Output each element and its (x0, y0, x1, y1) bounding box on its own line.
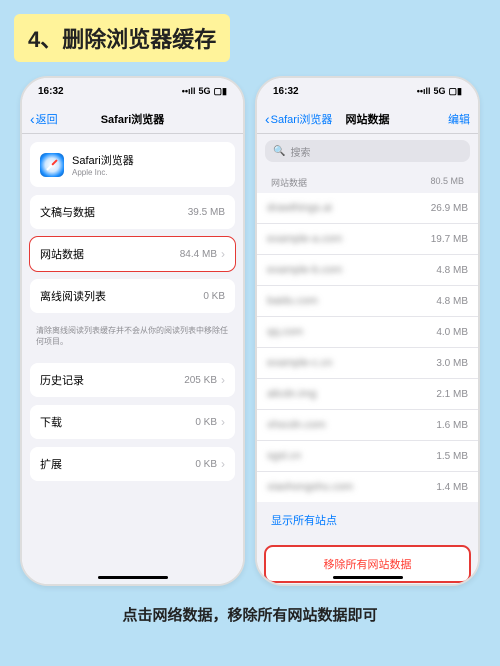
caption: 点击网络数据，移除所有网站数据即可 (14, 604, 486, 625)
home-indicator[interactable] (333, 576, 403, 579)
network-icon: 5G (434, 86, 446, 96)
safari-icon (40, 153, 64, 177)
battery-icon: ▢▮ (449, 86, 462, 97)
row-website-data[interactable]: 网站数据 84.4 MB › (30, 237, 235, 271)
nav-bar: ‹ 返回 Safari浏览器 (22, 104, 243, 134)
site-host: xiaohongshu.com (267, 481, 436, 493)
offline-note: 清除离线阅读列表缓存并不会从你的阅读列表中移除任何项目。 (22, 321, 243, 355)
row-label: 下载 (40, 414, 195, 430)
app-vendor: Apple Inc. (72, 168, 134, 177)
status-time: 16:32 (273, 86, 299, 97)
row-value: 0 KB (203, 291, 225, 302)
site-host: sgsl.cn (267, 450, 436, 462)
site-host: qq.com (267, 326, 436, 338)
site-size: 4.0 MB (436, 327, 468, 338)
row-value: 0 KB (195, 459, 217, 470)
site-size: 2.1 MB (436, 389, 468, 400)
row-label: 扩展 (40, 456, 195, 472)
site-host: example-b.com (267, 264, 436, 276)
search-input[interactable]: 🔍 搜索 (265, 140, 470, 162)
network-icon: 5G (199, 86, 211, 96)
nav-bar: ‹ Safari浏览器 网站数据 编辑 (257, 104, 478, 134)
site-host: example-c.cn (267, 357, 436, 369)
site-host: alicdn.img (267, 388, 436, 400)
show-all-sites-link[interactable]: 显示所有站点 (257, 502, 478, 538)
battery-icon: ▢▮ (214, 86, 227, 97)
site-row[interactable]: drawthings.ai26.9 MB (257, 193, 478, 224)
section-header: 网站数据 80.5 MB (257, 168, 478, 193)
site-row[interactable]: example-c.cn3.0 MB (257, 348, 478, 379)
sites-list: drawthings.ai26.9 MBexample-a.com19.7 MB… (257, 193, 478, 502)
status-time: 16:32 (38, 86, 64, 97)
site-size: 19.7 MB (431, 234, 468, 245)
row-downloads[interactable]: 下载 0 KB › (30, 405, 235, 439)
site-size: 1.5 MB (436, 451, 468, 462)
status-bar: 16:32 ••ıll 5G ▢▮ (257, 78, 478, 104)
row-label: 历史记录 (40, 372, 184, 388)
site-host: baidu.com (267, 295, 436, 307)
chevron-left-icon: ‹ (30, 112, 35, 126)
signal-icon: ••ıll (417, 86, 431, 96)
chevron-right-icon: › (221, 415, 225, 429)
site-size: 26.9 MB (431, 203, 468, 214)
row-value: 205 KB (184, 375, 217, 386)
chevron-right-icon: › (221, 373, 225, 387)
section-label: 网站数据 (271, 176, 307, 189)
chevron-right-icon: › (221, 457, 225, 471)
row-label: 离线阅读列表 (40, 288, 203, 304)
step-banner: 4、删除浏览器缓存 (14, 14, 230, 62)
site-row[interactable]: xiaohongshu.com1.4 MB (257, 472, 478, 502)
chevron-right-icon: › (221, 247, 225, 261)
row-extensions[interactable]: 扩展 0 KB › (30, 447, 235, 481)
site-row[interactable]: baidu.com4.8 MB (257, 286, 478, 317)
app-name: Safari浏览器 (72, 152, 134, 168)
back-button[interactable]: ‹ 返回 (30, 111, 58, 127)
site-host: drawthings.ai (267, 202, 431, 214)
site-host: example-a.com (267, 233, 431, 245)
row-value: 39.5 MB (188, 207, 225, 218)
signal-icon: ••ıll (182, 86, 196, 96)
edit-button[interactable]: 编辑 (448, 111, 470, 127)
row-label: 网站数据 (40, 246, 180, 262)
row-docs-data[interactable]: 文稿与数据 39.5 MB (30, 195, 235, 229)
status-bar: 16:32 ••ıll 5G ▢▮ (22, 78, 243, 104)
site-size: 1.6 MB (436, 420, 468, 431)
back-label: 返回 (36, 111, 58, 127)
app-info-row: Safari浏览器 Apple Inc. (30, 142, 235, 187)
site-row[interactable]: xhscdn.com1.6 MB (257, 410, 478, 441)
back-button[interactable]: ‹ Safari浏览器 (265, 111, 332, 127)
section-total: 80.5 MB (430, 176, 464, 189)
site-row[interactable]: example-b.com4.8 MB (257, 255, 478, 286)
phone-right: 16:32 ••ıll 5G ▢▮ ‹ Safari浏览器 网站数据 编辑 🔍 (255, 76, 480, 586)
site-row[interactable]: example-a.com19.7 MB (257, 224, 478, 255)
row-label: 文稿与数据 (40, 204, 188, 220)
back-label: Safari浏览器 (271, 111, 333, 127)
site-size: 1.4 MB (436, 482, 468, 493)
site-row[interactable]: sgsl.cn1.5 MB (257, 441, 478, 472)
search-placeholder: 搜索 (290, 144, 310, 159)
search-icon: 🔍 (273, 146, 285, 157)
row-offline-reading[interactable]: 离线阅读列表 0 KB (30, 279, 235, 313)
row-history[interactable]: 历史记录 205 KB › (30, 363, 235, 397)
site-row[interactable]: qq.com4.0 MB (257, 317, 478, 348)
chevron-left-icon: ‹ (265, 112, 270, 126)
home-indicator[interactable] (98, 576, 168, 579)
phone-left: 16:32 ••ıll 5G ▢▮ ‹ 返回 Safari浏览器 (20, 76, 245, 586)
site-size: 4.8 MB (436, 296, 468, 307)
phone-pair: 16:32 ••ıll 5G ▢▮ ‹ 返回 Safari浏览器 (14, 76, 486, 586)
site-size: 4.8 MB (436, 265, 468, 276)
row-value: 0 KB (195, 417, 217, 428)
site-size: 3.0 MB (436, 358, 468, 369)
site-row[interactable]: alicdn.img2.1 MB (257, 379, 478, 410)
site-host: xhscdn.com (267, 419, 436, 431)
row-value: 84.4 MB (180, 249, 217, 260)
